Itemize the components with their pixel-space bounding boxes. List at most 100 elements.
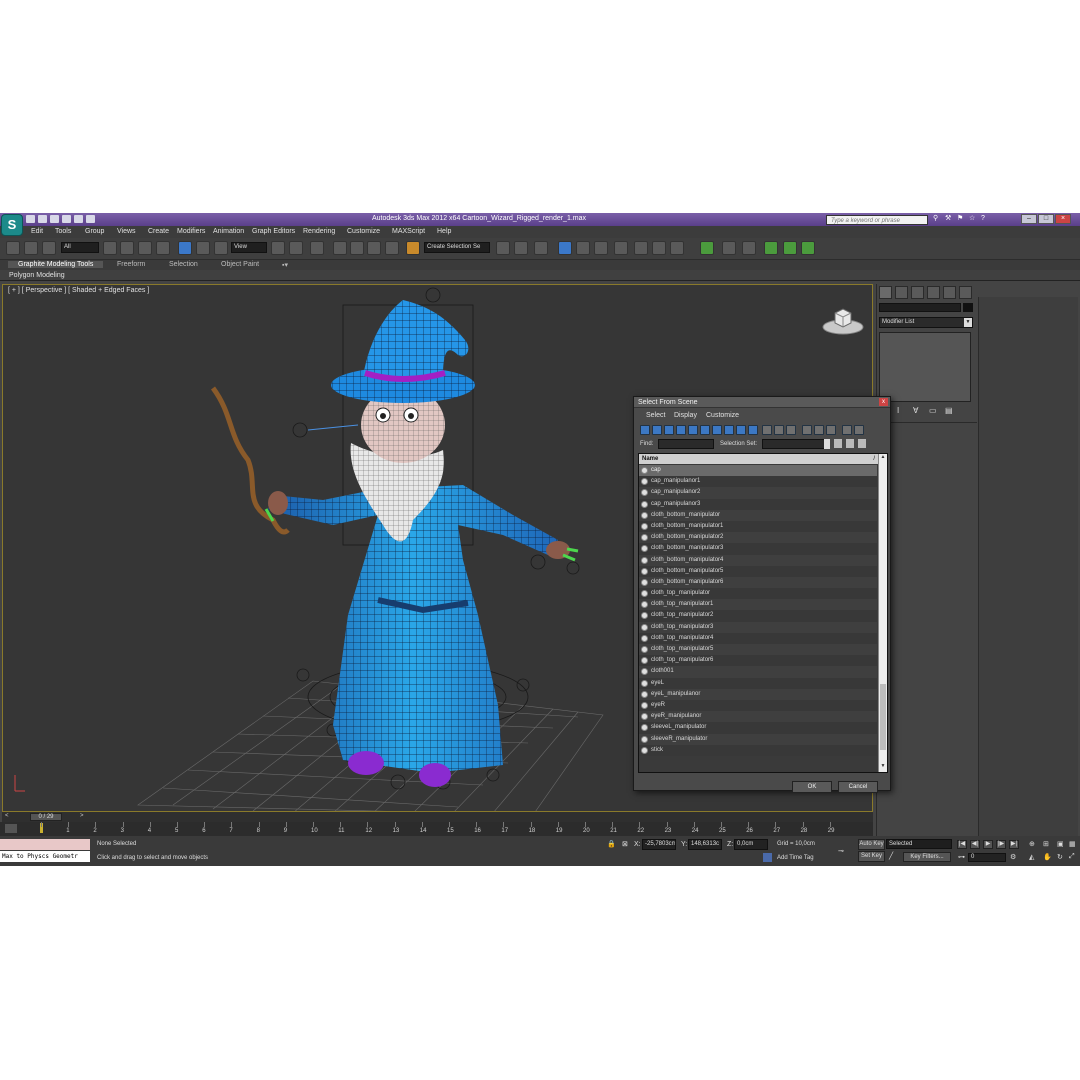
display-children-icon[interactable] — [802, 425, 812, 435]
select-none-icon[interactable] — [774, 425, 784, 435]
named-selection-dropdown[interactable]: Create Selection Se — [424, 242, 490, 253]
time-configuration-icon[interactable]: ⚙ — [1010, 853, 1019, 862]
configure-sets-icon[interactable]: ▤ — [945, 406, 953, 415]
object-name-field[interactable] — [879, 303, 961, 312]
communication-center-icon[interactable]: ⚑ — [957, 215, 965, 223]
key-filters-button[interactable]: Key Filters... — [903, 852, 951, 862]
scroll-up-icon[interactable]: ▲ — [879, 454, 887, 463]
object-color-swatch[interactable] — [963, 303, 973, 312]
menu-edit[interactable]: Edit — [31, 228, 43, 235]
hierarchy-tab-icon[interactable] — [911, 286, 924, 299]
snaps-toggle-icon[interactable] — [333, 241, 347, 255]
add-time-tag[interactable]: Add Time Tag — [777, 855, 814, 861]
time-slider[interactable]: < 0 / 29 > — [2, 812, 873, 822]
keyword-search-input[interactable]: Type a keyword or phrase — [826, 215, 928, 225]
remove-selection-set-icon[interactable] — [846, 439, 854, 448]
menu-customize[interactable]: Customize — [347, 228, 380, 235]
select-all-icon[interactable] — [762, 425, 772, 435]
list-item[interactable]: cap_manipulanor1 — [639, 476, 877, 488]
list-item[interactable]: cloth_top_manipulator5 — [639, 644, 877, 656]
tab-freeform[interactable]: Freeform — [117, 261, 145, 268]
plugin-tool-1-icon[interactable] — [764, 241, 778, 255]
list-item[interactable]: cap_manipulanor2 — [639, 487, 877, 499]
list-item[interactable]: eyeR_manipulanor — [639, 711, 877, 723]
selection-filter-dropdown[interactable]: All — [61, 242, 99, 253]
unlink-icon[interactable] — [24, 241, 38, 255]
make-unique-icon[interactable]: ∀ — [913, 406, 921, 415]
filter-settings-icon[interactable] — [854, 425, 864, 435]
dialog-menu-customize[interactable]: Customize — [706, 412, 739, 419]
scroll-thumb[interactable] — [880, 684, 886, 750]
minimize-icon[interactable]: – — [1021, 214, 1037, 224]
app-logo-icon[interactable]: S — [1, 214, 23, 236]
viewport-label[interactable]: [ + ] [ Perspective ] [ Shaded + Edged F… — [8, 287, 149, 294]
layer-manager-icon[interactable] — [534, 241, 548, 255]
zoom-extents-all-icon[interactable]: ▦ — [1069, 840, 1078, 849]
select-object-icon[interactable] — [103, 241, 117, 255]
modifier-stack[interactable] — [879, 332, 971, 402]
dialog-menu-select[interactable]: Select — [646, 412, 665, 419]
select-dependents-icon[interactable] — [826, 425, 836, 435]
menu-maxscript[interactable]: MAXScript — [392, 228, 425, 235]
display-lights-icon[interactable] — [664, 425, 674, 435]
list-item[interactable]: cap — [639, 465, 877, 477]
display-xrefs-icon[interactable] — [724, 425, 734, 435]
close-icon[interactable]: x — [879, 398, 888, 406]
ribbon-options-icon[interactable]: ▪▾ — [282, 261, 288, 269]
list-item[interactable]: cloth_bottom_manipulator6 — [639, 576, 877, 589]
help-icon[interactable]: ? — [981, 215, 989, 223]
pan-icon[interactable]: ✋ — [1043, 853, 1052, 862]
maximize-viewport-icon[interactable]: ⤢ — [1069, 853, 1078, 862]
graphite-toggle-icon[interactable] — [558, 241, 572, 255]
add-to-selection-set-icon[interactable] — [858, 439, 866, 448]
percent-snap-icon[interactable] — [367, 241, 381, 255]
list-item[interactable]: cloth_bottom_manipulator2 — [639, 532, 877, 544]
list-item[interactable]: eyeL — [639, 677, 877, 689]
zoom-all-icon[interactable]: ⊞ — [1043, 840, 1052, 849]
list-item[interactable]: cloth_top_manipulator6 — [639, 655, 877, 667]
trackbar-toggle-icon[interactable] — [5, 824, 17, 833]
list-item[interactable]: cloth_top_manipulator2 — [639, 610, 877, 622]
material-editor-icon[interactable] — [614, 241, 628, 255]
key-selection-dropdown[interactable]: Selected — [886, 839, 952, 849]
next-frame-icon[interactable]: |▶ — [996, 840, 1006, 849]
list-item[interactable]: sleeveL_manipulator — [639, 722, 877, 734]
scene-object-list[interactable]: Name / cap cap_manipulanor1 cap_manipulano… — [638, 453, 888, 773]
list-item[interactable]: cap_manipulanor3 — [639, 498, 877, 510]
reference-coordinate-dropdown[interactable]: View — [231, 242, 267, 253]
curve-editor-icon[interactable] — [576, 241, 590, 255]
menu-animation[interactable]: Animation — [213, 228, 244, 235]
select-and-rotate-icon[interactable] — [196, 241, 210, 255]
select-by-name-icon[interactable] — [120, 241, 134, 255]
zoom-icon[interactable]: ⊕ — [1029, 840, 1038, 849]
maxscript-listener-line[interactable] — [0, 839, 90, 850]
menu-graph-editors[interactable]: Graph Editors — [252, 228, 295, 235]
display-all-icon[interactable] — [748, 425, 758, 435]
new-file-icon[interactable] — [26, 215, 35, 223]
modifier-list-dropdown[interactable]: Modifier List ▼ — [879, 317, 973, 328]
list-item[interactable]: cloth_bottom_manipulator5 — [639, 565, 877, 577]
list-item[interactable]: cloth_top_manipulator1 — [639, 599, 877, 611]
display-bones-icon[interactable] — [736, 425, 746, 435]
render-setup-icon[interactable] — [634, 241, 648, 255]
edit-named-selection-icon[interactable] — [406, 241, 420, 255]
menu-rendering[interactable]: Rendering — [303, 228, 335, 235]
display-influences-icon[interactable] — [814, 425, 824, 435]
list-item[interactable]: cloth_top_manipulator4 — [639, 632, 877, 644]
select-manipulate-icon[interactable] — [289, 241, 303, 255]
subscription-icon[interactable]: ⚒ — [945, 215, 953, 223]
menu-create[interactable]: Create — [148, 228, 169, 235]
menu-views[interactable]: Views — [117, 228, 136, 235]
time-tag-icon[interactable] — [763, 853, 772, 862]
time-slider-prev[interactable]: < — [5, 813, 9, 819]
open-file-icon[interactable] — [38, 215, 47, 223]
display-shapes-icon[interactable] — [652, 425, 662, 435]
list-item[interactable]: cloth_bottom_manipulator — [639, 509, 877, 521]
modify-tab-icon[interactable] — [895, 286, 908, 299]
absolute-mode-icon[interactable]: ⊠ — [622, 840, 631, 849]
menu-help[interactable]: Help — [437, 228, 451, 235]
undo-icon[interactable] — [62, 215, 71, 223]
dialog-menu-display[interactable]: Display — [674, 412, 697, 419]
select-and-move-icon[interactable] — [178, 241, 192, 255]
display-tab-icon[interactable] — [943, 286, 956, 299]
